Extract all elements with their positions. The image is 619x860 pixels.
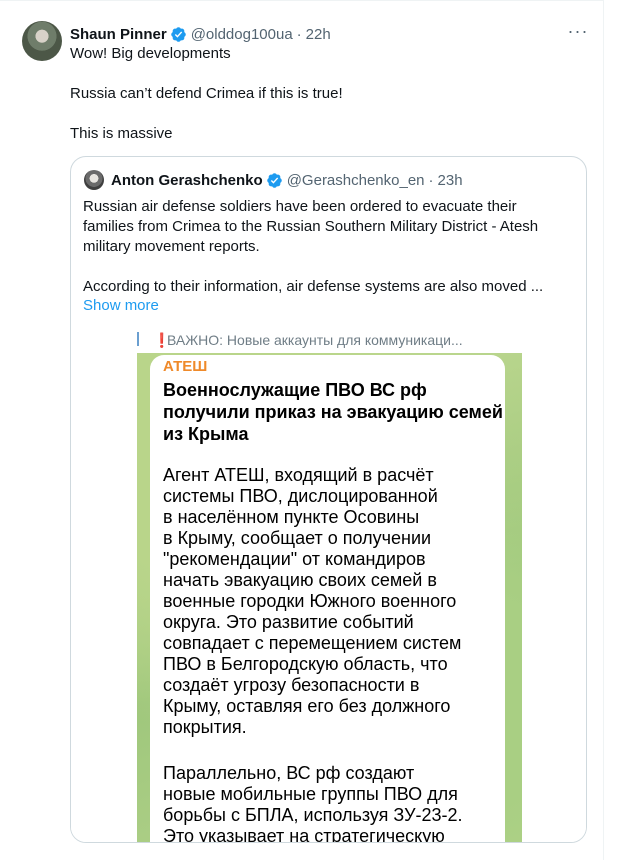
- heading-line: Военнослужащие ПВО ВС рф: [163, 380, 427, 400]
- body-line: округа. Это развитие событий: [163, 612, 414, 632]
- quoted-text-line: families from Crimea to the Russian Sout…: [83, 218, 539, 235]
- body-line: "рекомендации" от командиров: [163, 549, 426, 569]
- body-line: системы ПВО, дислоцированной: [163, 486, 438, 506]
- body-line: Крыму, оставляя его без должного: [163, 696, 451, 716]
- tweet-text-line: This is massive: [70, 125, 173, 142]
- verified-badge-icon: [266, 172, 282, 188]
- body-line: борьбы с БПЛА, используя ЗУ-23-2.: [163, 805, 463, 825]
- timestamp[interactable]: 22h: [306, 26, 331, 43]
- body-line: совпадает с перемещением систем: [163, 633, 462, 653]
- author-name[interactable]: Shaun Pinner: [70, 26, 167, 43]
- body-line: покрытия.: [163, 717, 247, 737]
- telegram-pinned-bar: ❗ ВАЖНО: Новые аккаунты для коммуникаци.…: [137, 329, 522, 355]
- message-body: Агент АТЕШ, входящий в расчёт системы ПВ…: [163, 465, 503, 738]
- author-handle[interactable]: @olddog100ua: [191, 26, 293, 43]
- channel-name: АТЕШ: [163, 358, 208, 375]
- body-line: в Крыму, сообщает о получении: [163, 528, 432, 548]
- body-line: Параллельно, ВС рф создают: [163, 763, 415, 783]
- quoted-text-line: Russian air defense soldiers have been o…: [83, 198, 517, 215]
- separator: ·: [428, 171, 434, 189]
- message-heading: Военнослужащие ПВО ВС рф получили приказ…: [163, 379, 503, 445]
- heading-line: из Крыма: [163, 424, 249, 444]
- heading-line: получили приказ на эвакуацию семей: [163, 402, 503, 422]
- avatar[interactable]: [22, 21, 62, 61]
- more-options-icon[interactable]: ···: [566, 22, 590, 42]
- telegram-message-card: АТЕШ Военнослужащие ПВО ВС рф получили п…: [150, 355, 505, 843]
- body-line: Это указывает на стратегическую: [163, 826, 445, 843]
- tweet-header: Shaun Pinner @olddog100ua · 22h: [70, 24, 331, 44]
- body-line: новые мобильные группы ПВО для: [163, 784, 458, 804]
- separator: ·: [296, 25, 302, 43]
- body-line: Агент АТЕШ, входящий в расчёт: [163, 465, 434, 485]
- body-line: начать эвакуацию своих семей в: [163, 570, 437, 590]
- pinned-indicator: [137, 332, 139, 346]
- quoted-author-handle: @Gerashchenko_en: [286, 171, 425, 189]
- pinned-message-text: ВАЖНО: Новые аккаунты для коммуникаци...: [167, 332, 463, 348]
- tweet[interactable]: Shaun Pinner @olddog100ua · 22h ··· Wow!…: [0, 0, 604, 848]
- quoted-author-name: Anton Gerashchenko: [111, 171, 263, 189]
- body-line: военные городки Южного военного: [163, 591, 457, 611]
- quoted-tweet[interactable]: Anton Gerashchenko @Gerashchenko_en · 23…: [70, 156, 587, 843]
- tweet-text-line: Wow! Big developments: [70, 45, 231, 62]
- quoted-timestamp: 23h: [437, 171, 463, 189]
- tweet-text-line: Russia can’t defend Crimea if this is tr…: [70, 85, 343, 102]
- verified-badge-icon: [170, 26, 186, 42]
- body-line: в населённом пункте Осовины: [163, 507, 420, 527]
- quoted-media-image[interactable]: ❗ ВАЖНО: Новые аккаунты для коммуникаци.…: [71, 329, 586, 843]
- quoted-header: Anton Gerashchenko @Gerashchenko_en · 23…: [111, 170, 463, 190]
- message-body-continued: Параллельно, ВС рф создают новые мобильн…: [163, 763, 503, 843]
- quoted-text-line: According to their information, air defe…: [83, 278, 544, 295]
- body-line: ПВО в Белгородскую область, что: [163, 654, 448, 674]
- body-line: создаёт угрозу безопасности в: [163, 675, 420, 695]
- quoted-text-line: military movement reports.: [83, 238, 260, 255]
- show-more-link[interactable]: Show more: [83, 297, 159, 314]
- quoted-avatar: [84, 170, 104, 190]
